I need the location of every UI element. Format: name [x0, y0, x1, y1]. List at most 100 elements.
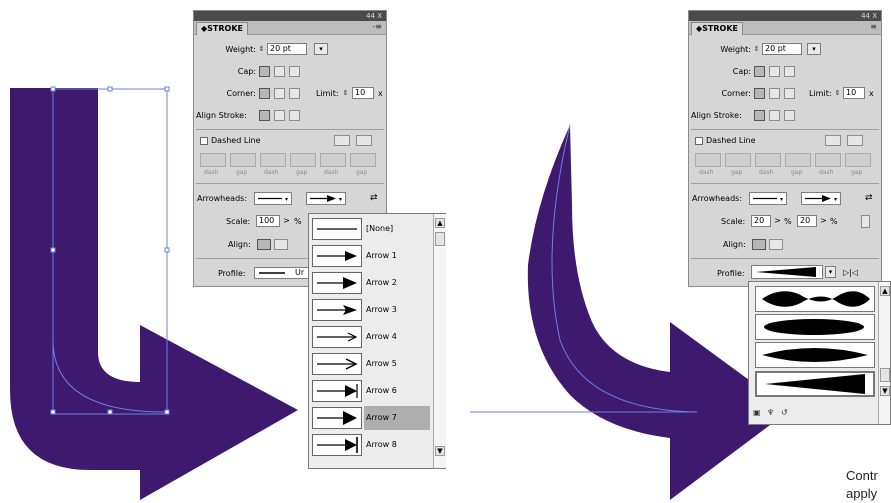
reset-profile-icon[interactable]: ↺: [781, 408, 788, 417]
profile-scrollbar[interactable]: ▲ ▼: [878, 282, 890, 424]
butt-cap-button[interactable]: [754, 66, 765, 77]
limit-field[interactable]: 10: [843, 87, 865, 99]
panel-titlebar[interactable]: 44 X: [194, 11, 386, 21]
panel-menu-icon[interactable]: -≡: [372, 22, 382, 31]
list-scrollbar[interactable]: ▲ ▼: [433, 214, 446, 468]
scale-stepper-icon[interactable]: >: [282, 215, 291, 227]
profile-dropdown-icon[interactable]: ▾: [825, 266, 836, 278]
weight-field[interactable]: 20 pt: [267, 43, 307, 55]
arrow-tip-beyond-button[interactable]: [752, 239, 766, 250]
gap-field-2[interactable]: [785, 153, 811, 167]
start-arrowhead-select[interactable]: ▾: [749, 192, 787, 205]
dash-field-1[interactable]: [200, 153, 226, 167]
flip-profile-icon[interactable]: ▷|◁: [843, 268, 858, 277]
gap-field-3[interactable]: [845, 153, 871, 167]
start-scale-stepper-icon[interactable]: >: [773, 215, 782, 227]
projecting-cap-button[interactable]: [784, 66, 795, 77]
dash-field-3[interactable]: [815, 153, 841, 167]
link-scale-icon[interactable]: [861, 215, 870, 228]
align-inside-button[interactable]: [769, 110, 780, 121]
profile-option-lens[interactable]: [755, 342, 875, 368]
panel-titlebar[interactable]: 44 X: [689, 11, 881, 21]
dash-field-2[interactable]: [260, 153, 286, 167]
bevel-join-button[interactable]: [289, 88, 300, 99]
scroll-down-icon[interactable]: ▼: [435, 446, 445, 456]
miter-join-button[interactable]: [754, 88, 765, 99]
profile-option-taper[interactable]: [755, 371, 875, 397]
gap-field-1[interactable]: [230, 153, 256, 167]
align-outside-button[interactable]: [784, 110, 795, 121]
weight-spinner-icon[interactable]: ⇕: [257, 43, 266, 55]
limit-spinner-icon[interactable]: ⇕: [341, 87, 350, 99]
miter-join-button[interactable]: [259, 88, 270, 99]
align-center-button[interactable]: [259, 110, 270, 121]
weight-field[interactable]: 20 pt: [762, 43, 802, 55]
list-item-selected[interactable]: Arrow 7: [312, 406, 430, 430]
list-item[interactable]: Arrow 1: [312, 244, 430, 268]
dash-preserve-icon[interactable]: [825, 135, 841, 146]
round-cap-button[interactable]: [274, 66, 285, 77]
start-scale-field[interactable]: 20: [751, 215, 771, 227]
swap-arrowheads-icon[interactable]: ⇄: [370, 193, 378, 203]
tab-stroke[interactable]: ◆STROKE: [691, 22, 743, 35]
dash-preserve-icon[interactable]: [334, 135, 350, 146]
collapse-close-controls[interactable]: 44 X: [366, 11, 382, 21]
end-scale-stepper-icon[interactable]: >: [819, 215, 828, 227]
scroll-up-icon[interactable]: ▲: [435, 218, 445, 228]
dash-field-3[interactable]: [320, 153, 346, 167]
dash-field-2[interactable]: [755, 153, 781, 167]
collapse-close-controls[interactable]: 44 X: [861, 11, 877, 21]
list-item[interactable]: Arrow 8: [312, 433, 430, 457]
tab-stroke[interactable]: ◆STROKE: [196, 22, 248, 35]
profile-select[interactable]: Ur: [254, 267, 314, 279]
dashed-line-checkbox[interactable]: [695, 137, 703, 145]
align-inside-button[interactable]: [274, 110, 285, 121]
dash-align-icon[interactable]: [356, 135, 372, 146]
list-item[interactable]: Arrow 3: [312, 298, 430, 322]
bevel-join-button[interactable]: [784, 88, 795, 99]
dashed-line-checkbox[interactable]: [200, 137, 208, 145]
list-item[interactable]: [None]: [312, 217, 430, 241]
list-item[interactable]: Arrow 2: [312, 271, 430, 295]
scroll-thumb[interactable]: [880, 368, 890, 382]
list-item[interactable]: Arrow 5: [312, 352, 430, 376]
gap-field-1[interactable]: [725, 153, 751, 167]
end-scale-field[interactable]: 20: [797, 215, 817, 227]
round-join-button[interactable]: [274, 88, 285, 99]
gap-field-3[interactable]: [350, 153, 376, 167]
gap-field-2[interactable]: [290, 153, 316, 167]
align-center-button[interactable]: [754, 110, 765, 121]
end-arrowhead-select[interactable]: ▾: [306, 192, 346, 205]
dash-align-icon[interactable]: [847, 135, 863, 146]
weight-dropdown-icon[interactable]: ▾: [314, 43, 328, 55]
limit-field[interactable]: 10: [352, 87, 374, 99]
profile-option-wave[interactable]: [755, 286, 875, 312]
round-join-button[interactable]: [769, 88, 780, 99]
arrow-7-icon: [312, 407, 362, 429]
scroll-down-icon[interactable]: ▼: [880, 386, 890, 396]
end-arrowhead-select[interactable]: ▾: [801, 192, 841, 205]
arrow-tip-beyond-button[interactable]: [257, 239, 271, 250]
butt-cap-button[interactable]: [259, 66, 270, 77]
scroll-thumb[interactable]: [435, 232, 445, 246]
list-item[interactable]: Arrow 4: [312, 325, 430, 349]
scale-field[interactable]: 100: [256, 215, 280, 227]
projecting-cap-button[interactable]: [289, 66, 300, 77]
start-arrowhead-select[interactable]: ▾: [254, 192, 292, 205]
save-profile-icon[interactable]: ▣: [753, 408, 761, 417]
delete-profile-icon[interactable]: ♆: [767, 408, 774, 417]
arrow-tip-at-end-button[interactable]: [769, 239, 783, 250]
weight-dropdown-icon[interactable]: ▾: [807, 43, 821, 55]
profile-select[interactable]: [751, 265, 823, 279]
panel-menu-icon[interactable]: ≡: [870, 22, 877, 31]
swap-arrowheads-icon[interactable]: ⇄: [865, 193, 873, 203]
align-outside-button[interactable]: [289, 110, 300, 121]
arrow-tip-at-end-button[interactable]: [274, 239, 288, 250]
profile-option-ellipse[interactable]: [755, 314, 875, 340]
limit-spinner-icon[interactable]: ⇕: [833, 87, 842, 99]
scroll-up-icon[interactable]: ▲: [880, 286, 890, 296]
weight-spinner-icon[interactable]: ⇕: [752, 43, 761, 55]
dash-field-1[interactable]: [695, 153, 721, 167]
round-cap-button[interactable]: [769, 66, 780, 77]
list-item[interactable]: Arrow 6: [312, 379, 430, 403]
